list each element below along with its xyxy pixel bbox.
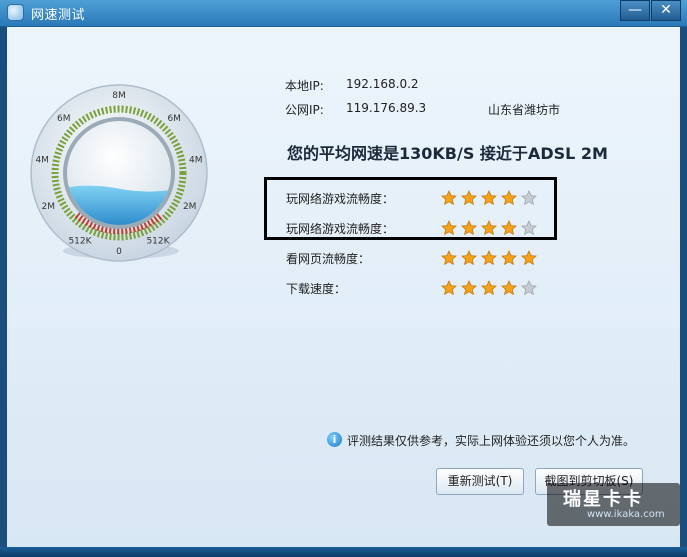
gauge-tick-label: 512K [146, 237, 170, 247]
app-icon [7, 4, 24, 21]
star-filled-icon [521, 250, 537, 266]
star-empty-icon [521, 280, 537, 296]
info-icon: i [327, 432, 342, 447]
window-title: 网速测试 [31, 8, 86, 23]
gauge-tick-label: 4M [189, 156, 203, 166]
star-empty-icon [521, 190, 537, 206]
local-ip-label: 本地IP: [285, 79, 324, 93]
gauge-tick-label: 512K [68, 237, 92, 247]
star-filled-icon [461, 190, 477, 206]
close-button[interactable]: ✕ [651, 0, 681, 21]
star-filled-icon [461, 250, 477, 266]
public-ip-value: 119.176.89.3 [346, 101, 427, 115]
retest-button[interactable]: 重新测试(T) [436, 468, 524, 495]
gauge-tick-label: 0 [116, 247, 122, 257]
window-bottom-border [0, 547, 687, 557]
gauge-tick-label: 6M [167, 114, 181, 124]
speed-gauge: 8M 6M 6M 4M 4M 2M 2M 512K 512K 0 [30, 84, 208, 262]
star-rating-game-1 [441, 190, 537, 208]
star-filled-icon [461, 280, 477, 296]
star-filled-icon [501, 190, 517, 206]
star-filled-icon [441, 250, 457, 266]
rating-label-game-1: 玩网络游戏流畅度： [286, 192, 395, 206]
star-rating-game-2 [441, 220, 537, 238]
star-filled-icon [441, 220, 457, 236]
watermark-main-text: 瑞星卡卡 [563, 489, 643, 510]
star-filled-icon [481, 220, 497, 236]
star-rating-download [441, 280, 537, 298]
gauge-tick-label: 4M [35, 156, 49, 166]
disclaimer-text: 评测结果仅供参考，实际上网体验还须以您个人为准。 [347, 434, 636, 448]
star-filled-icon [481, 250, 497, 266]
location-value: 山东省潍坊市 [488, 103, 561, 117]
speed-result-headline: 您的平均网速是130KB/S 接近于ADSL 2M [287, 144, 608, 163]
watermark-logo: 瑞星卡卡 www.ikaka.com [547, 483, 680, 526]
star-filled-icon [501, 250, 517, 266]
star-filled-icon [441, 280, 457, 296]
gauge-tick-label: 6M [57, 114, 71, 124]
watermark-url: www.ikaka.com [587, 509, 665, 520]
speedtest-window: 网速测试 — ✕ 8M 6M 6M 4M 4M 2M 2M 512K 512K … [0, 0, 687, 557]
star-empty-icon [521, 220, 537, 236]
star-filled-icon [501, 220, 517, 236]
star-filled-icon [501, 280, 517, 296]
gauge-tick-label: 2M [183, 202, 197, 212]
public-ip-label: 公网IP: [285, 103, 324, 117]
gauge-tick-label: 2M [42, 202, 56, 212]
local-ip-value: 192.168.0.2 [346, 77, 419, 91]
gauge-tick-label: 8M [112, 91, 126, 101]
star-filled-icon [441, 190, 457, 206]
rating-label-web: 看网页流畅度： [286, 252, 371, 266]
star-filled-icon [481, 190, 497, 206]
star-filled-icon [461, 220, 477, 236]
minimize-button[interactable]: — [620, 0, 650, 21]
rating-label-download: 下载速度： [286, 282, 347, 296]
title-bar: 网速测试 — ✕ [0, 0, 687, 27]
star-filled-icon [481, 280, 497, 296]
star-rating-web [441, 250, 537, 268]
rating-label-game-2: 玩网络游戏流畅度： [286, 222, 395, 236]
